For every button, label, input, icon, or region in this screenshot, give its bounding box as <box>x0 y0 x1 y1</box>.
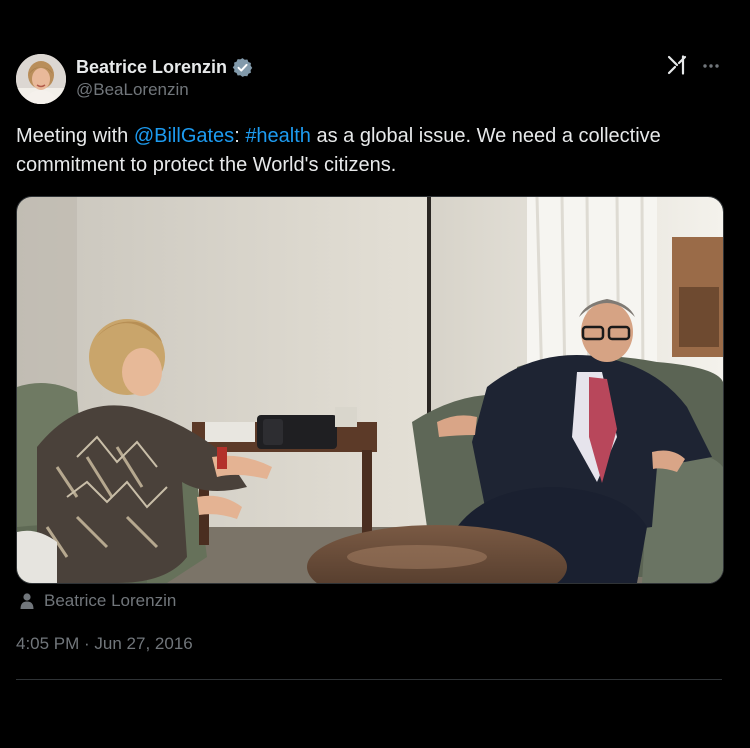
divider <box>16 679 722 680</box>
meeting-photo <box>17 197 723 583</box>
avatar-photo <box>16 54 66 104</box>
tweet-photo[interactable] <box>16 196 724 584</box>
tweet-text-prefix: Meeting with <box>16 125 134 147</box>
grok-icon[interactable] <box>666 54 688 76</box>
hashtag-link[interactable]: #health <box>245 125 311 147</box>
author-display-name[interactable]: Beatrice Lorenzin <box>76 57 227 78</box>
author-name-row: Beatrice Lorenzin <box>76 55 253 79</box>
tweet-text-separator: : <box>234 125 246 147</box>
tweet-text: Meeting with @BillGates: #health as a gl… <box>16 122 732 180</box>
timestamp: 4:05 PM · Jun 27, 2016 <box>16 634 193 654</box>
author-avatar[interactable] <box>16 54 66 104</box>
tweet-date-link[interactable]: Jun 27, 2016 <box>94 634 192 653</box>
author-handle[interactable]: @BeaLorenzin <box>76 80 189 100</box>
timestamp-separator: · <box>79 634 95 653</box>
tweet-time-link[interactable]: 4:05 PM <box>16 634 79 653</box>
verified-badge-icon[interactable] <box>232 57 253 78</box>
person-icon <box>18 592 36 610</box>
tweet-article[interactable]: Beatrice Lorenzin @BeaLorenzin Meeting w… <box>0 0 750 748</box>
tagged-user[interactable]: Beatrice Lorenzin <box>18 590 176 612</box>
more-options-icon[interactable] <box>700 54 722 76</box>
mention-link[interactable]: @BillGates <box>134 125 234 147</box>
tagged-user-name: Beatrice Lorenzin <box>44 591 177 610</box>
